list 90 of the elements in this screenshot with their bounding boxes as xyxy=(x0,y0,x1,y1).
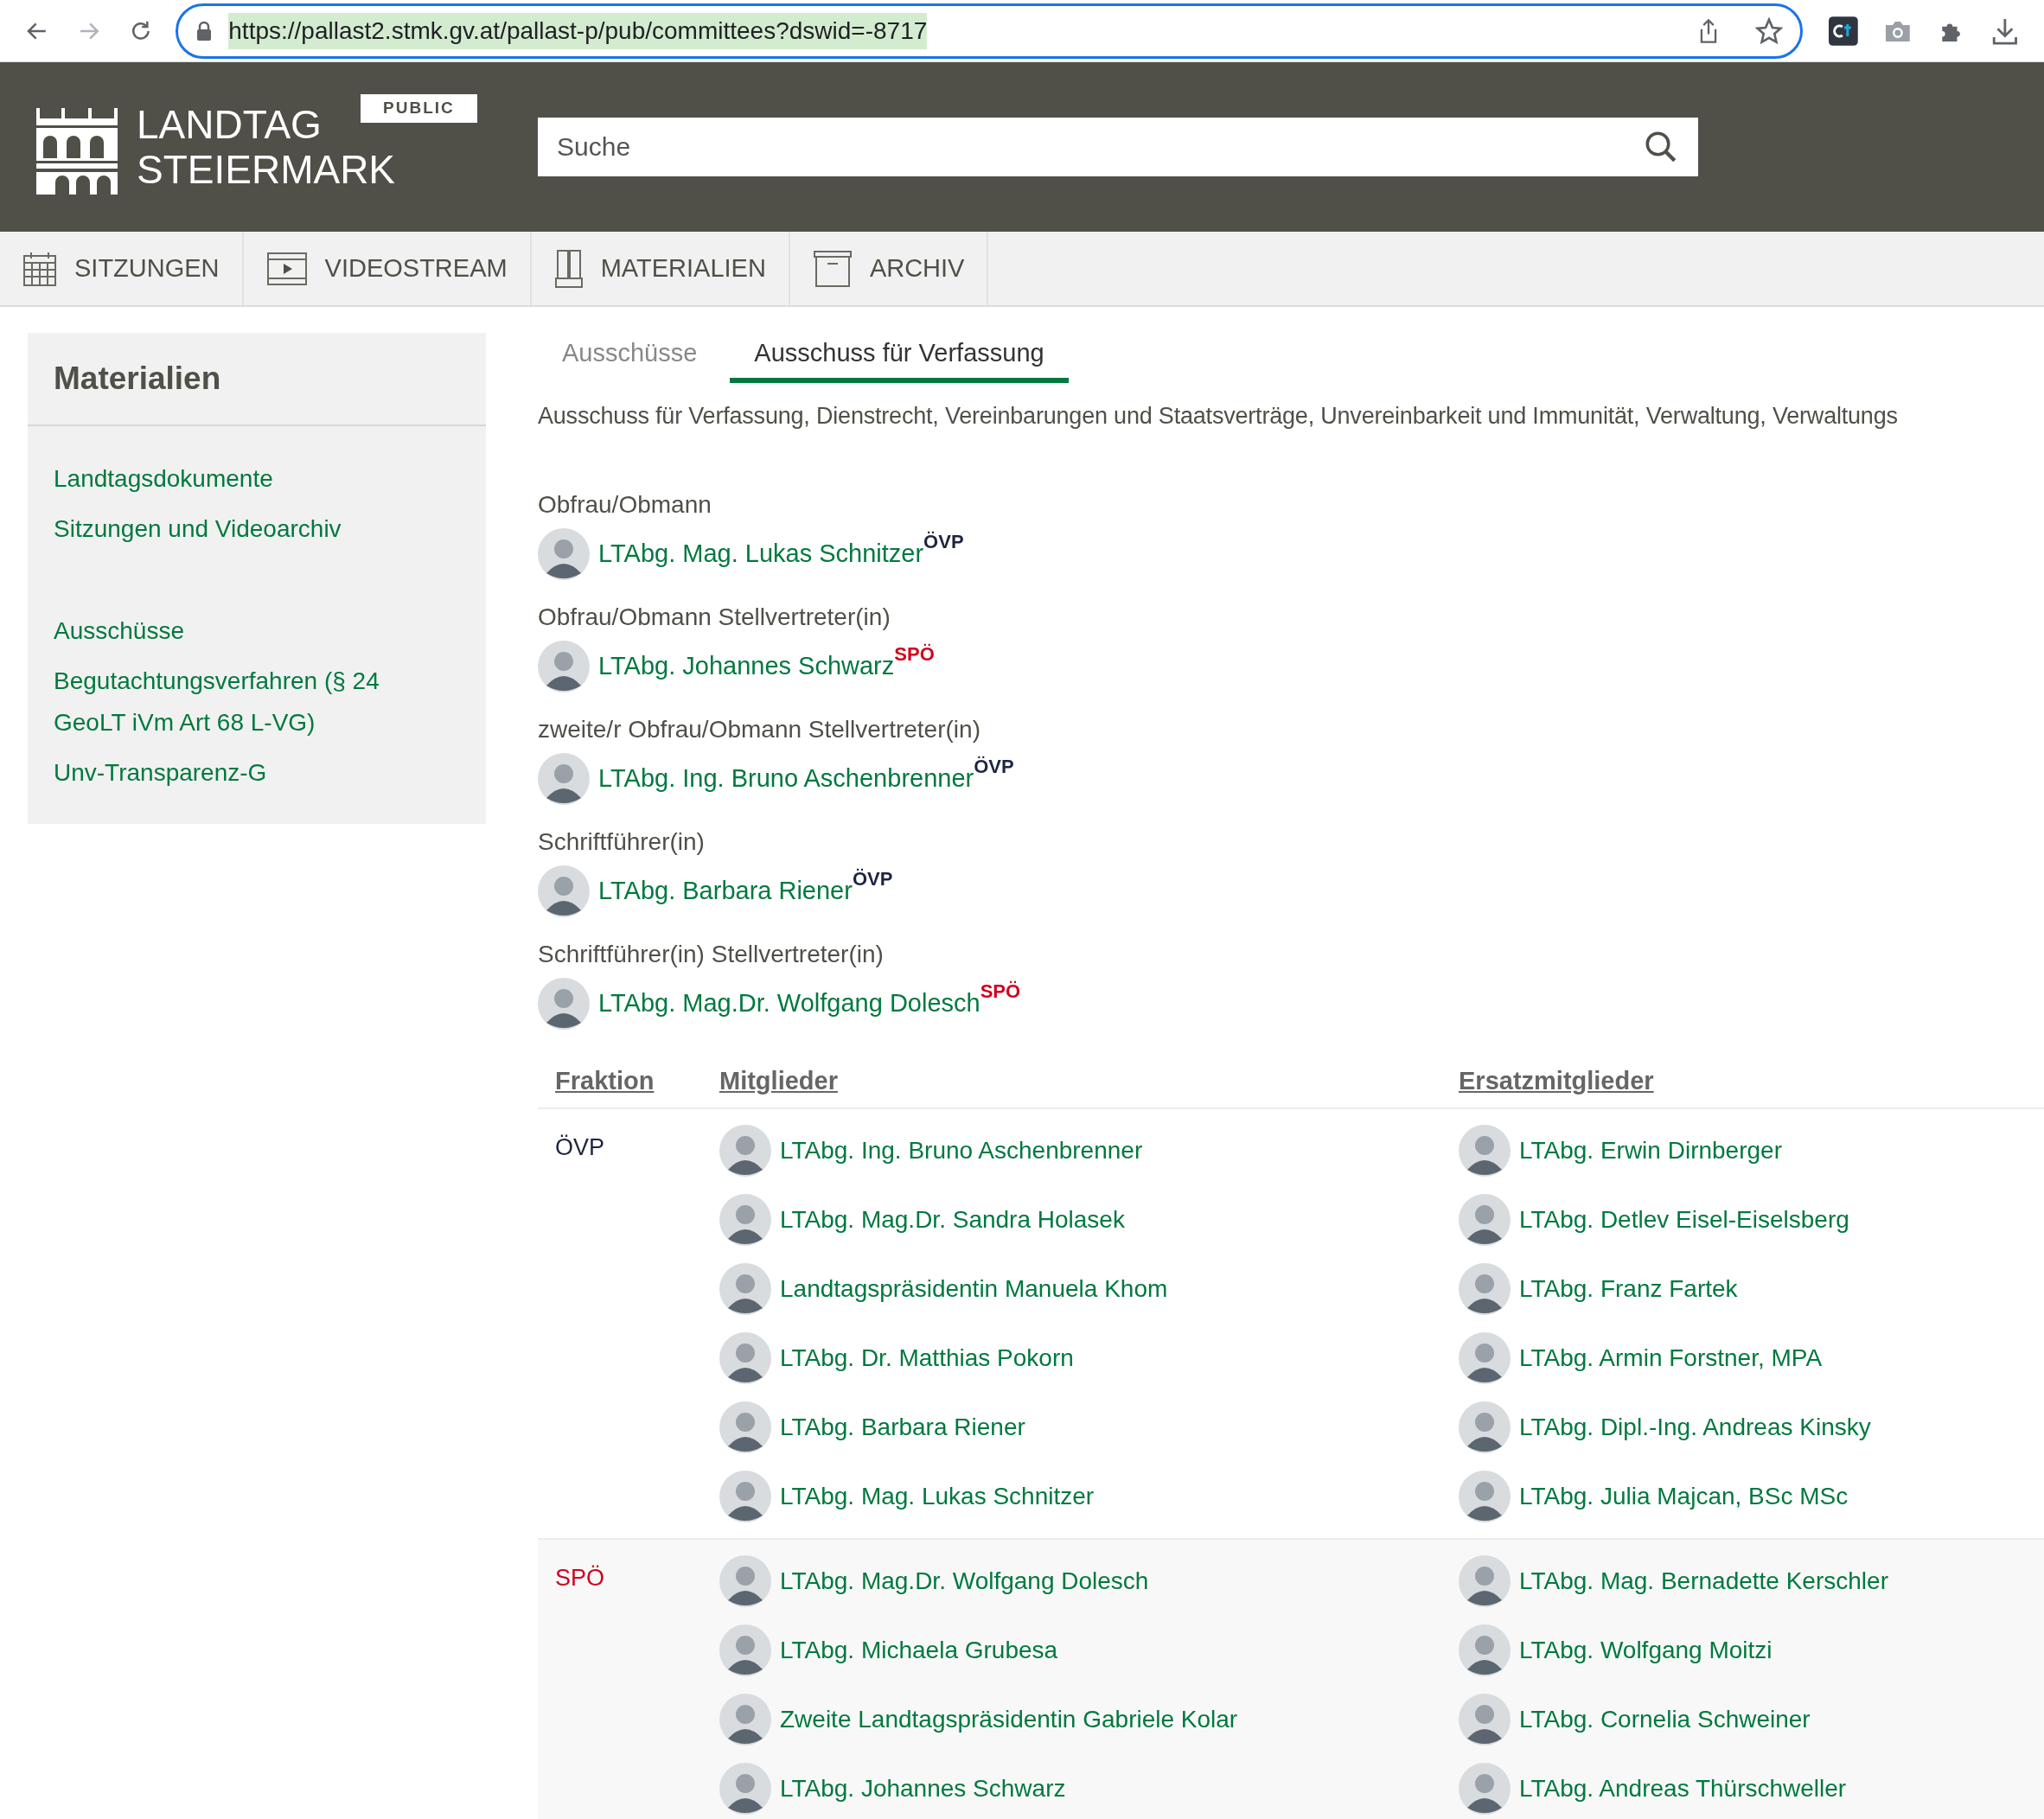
avatar-icon xyxy=(719,1624,771,1676)
sidebar-link[interactable]: Sitzungen und Videoarchiv xyxy=(54,504,417,554)
member-link[interactable]: LTAbg. Wolfgang Moitzi xyxy=(1519,1632,1773,1669)
member-link[interactable]: LTAbg. Michaela Grubesa xyxy=(780,1632,1058,1669)
film-icon xyxy=(265,251,308,286)
member-link[interactable]: LTAbg. Andreas Thürschweller xyxy=(1519,1771,1847,1807)
member-link[interactable]: LTAbg. Mag. Lukas Schnitzer xyxy=(598,535,924,573)
avatar-icon xyxy=(1459,1125,1511,1177)
archive-box-icon xyxy=(812,249,853,288)
sidebar-link[interactable]: Begutachtungsverfahren (§ 24 GeoLT iVm Art 68 L-VG) xyxy=(54,656,417,748)
party-tag: ÖVP xyxy=(974,756,1014,777)
avatar-icon xyxy=(1459,1263,1511,1315)
role-label: Obfrau/Obmann Stellvertreter(in) xyxy=(538,603,891,632)
member-link[interactable]: LTAbg. Johannes Schwarz xyxy=(598,648,895,686)
nav-link[interactable]: ARCHIV xyxy=(789,232,989,305)
avatar-icon xyxy=(1459,1624,1511,1676)
member-link[interactable]: LTAbg. Detlev Eisel-Eiselsberg xyxy=(1519,1202,1849,1238)
party-tag: SPÖ xyxy=(894,644,935,665)
member-link[interactable]: LTAbg. Mag. Bernadette Kerschler xyxy=(1519,1563,1888,1599)
nav-link[interactable]: VIDEOSTREAM xyxy=(243,232,532,305)
avatar-icon xyxy=(719,1694,771,1746)
member-link[interactable]: LTAbg. Dr. Matthias Pokorn xyxy=(780,1340,1074,1376)
role-label: Schriftführer(in) Stellvertreter(in) xyxy=(538,940,884,969)
sidebar-link[interactable]: Ausschüsse xyxy=(54,606,417,656)
avatar-icon xyxy=(1459,1694,1511,1746)
tab[interactable]: Ausschuss für Verfassung xyxy=(730,333,1069,383)
member-link[interactable]: LTAbg. Johannes Schwarz xyxy=(780,1771,1066,1807)
member-link[interactable]: LTAbg. Mag.Dr. Sandra Holasek xyxy=(780,1202,1125,1238)
member-link[interactable]: LTAbg. Dipl.-Ing. Andreas Kinsky xyxy=(1519,1409,1871,1446)
sidebar-link[interactable]: Unv-Transparenz-G xyxy=(54,748,417,798)
member-link[interactable]: LTAbg. Julia Majcan, BSc MSc xyxy=(1519,1478,1849,1515)
calendar-icon xyxy=(22,250,57,287)
role-label: Schriftführer(in) xyxy=(538,827,705,857)
avatar-icon xyxy=(1459,1555,1511,1607)
member-link[interactable]: Zweite Landtagspräsidentin Gabriele Kolar xyxy=(780,1701,1238,1738)
member-link[interactable]: LTAbg. Erwin Dirnberger xyxy=(1519,1133,1782,1169)
avatar-icon xyxy=(719,1555,771,1607)
url-text: https://pallast2.stmk.gv.at/pallast-p/pub/committees?dswid=-8717 xyxy=(228,12,928,49)
avatar-icon xyxy=(538,753,590,805)
avatar-icon xyxy=(719,1471,771,1522)
extension-icon[interactable] xyxy=(1829,16,1858,46)
member-link[interactable]: LTAbg. Mag. Lukas Schnitzer xyxy=(780,1478,1095,1515)
column-header[interactable]: Ersatzmitglieder xyxy=(1459,1067,1654,1095)
member-link[interactable]: LTAbg. Franz Fartek xyxy=(1519,1271,1738,1307)
avatar-icon xyxy=(719,1125,771,1177)
avatar-icon xyxy=(538,978,590,1030)
role-label: zweite/r Obfrau/Obmann Stellvertreter(in) xyxy=(538,715,980,744)
role-label: Obfrau/Obmann xyxy=(538,490,712,520)
avatar-icon xyxy=(1459,1763,1511,1815)
sidebar-title: Materialien xyxy=(54,360,221,399)
member-link[interactable]: LTAbg. Armin Forstner, MPA xyxy=(1519,1340,1823,1376)
avatar-icon xyxy=(1459,1332,1511,1384)
member-link[interactable]: LTAbg. Ing. Bruno Aschenbrenner xyxy=(780,1133,1143,1169)
avatar-icon xyxy=(719,1194,771,1246)
avatar-icon xyxy=(538,865,590,917)
committee-description: Ausschuss für Verfassung, Dienstrecht, Vereinbarungen und Staatsverträge, Unvereinbarkeit und Immunität, Verwaltung, Verwaltungs xyxy=(538,401,1899,431)
member-link[interactable]: LTAbg. Ing. Bruno Aschenbrenner xyxy=(598,760,974,798)
logo-text: STEIERMARK xyxy=(137,147,396,192)
avatar-icon xyxy=(719,1763,771,1815)
star-icon[interactable] xyxy=(1755,16,1783,45)
sidebar-link[interactable]: Landtagsdokumente xyxy=(54,454,417,504)
member-link[interactable]: Landtagspräsidentin Manuela Khom xyxy=(780,1271,1168,1307)
tab[interactable]: Ausschüsse xyxy=(538,333,722,383)
avatar-icon xyxy=(538,528,590,580)
search-field[interactable]: Suche xyxy=(538,118,1698,176)
party-name: ÖVP xyxy=(555,1134,605,1160)
nav-link[interactable]: MATERIALIEN xyxy=(531,232,790,305)
party-tag: SPÖ xyxy=(980,981,1021,1002)
avatar-icon xyxy=(1459,1471,1511,1522)
member-link[interactable]: LTAbg. Mag.Dr. Wolfgang Dolesch xyxy=(598,985,980,1023)
party-tag: ÖVP xyxy=(923,532,964,552)
party-tag: ÖVP xyxy=(852,869,893,890)
address-bar[interactable]: https://pallast2.stmk.gv.at/pallast-p/pub/committees?dswid=-8717 xyxy=(176,3,1803,59)
member-link[interactable]: LTAbg. Cornelia Schweiner xyxy=(1519,1701,1811,1738)
avatar-icon xyxy=(1459,1194,1511,1246)
party-name: SPÖ xyxy=(555,1565,605,1591)
cabinet-icon xyxy=(553,248,584,289)
avatar-icon xyxy=(719,1401,771,1453)
column-header[interactable]: Mitglieder xyxy=(719,1067,838,1095)
avatar-icon xyxy=(719,1332,771,1384)
member-link[interactable]: LTAbg. Mag.Dr. Wolfgang Dolesch xyxy=(780,1563,1149,1599)
member-link[interactable]: LTAbg. Barbara Riener xyxy=(598,872,853,910)
avatar-icon xyxy=(719,1263,771,1315)
lock-icon xyxy=(195,20,214,41)
avatar-icon xyxy=(538,641,590,692)
nav-link[interactable]: SITZUNGEN xyxy=(0,232,244,305)
public-badge: PUBLIC xyxy=(361,94,477,123)
column-header[interactable]: Fraktion xyxy=(555,1067,655,1095)
member-link[interactable]: LTAbg. Barbara Riener xyxy=(780,1409,1025,1446)
avatar-icon xyxy=(1459,1401,1511,1453)
